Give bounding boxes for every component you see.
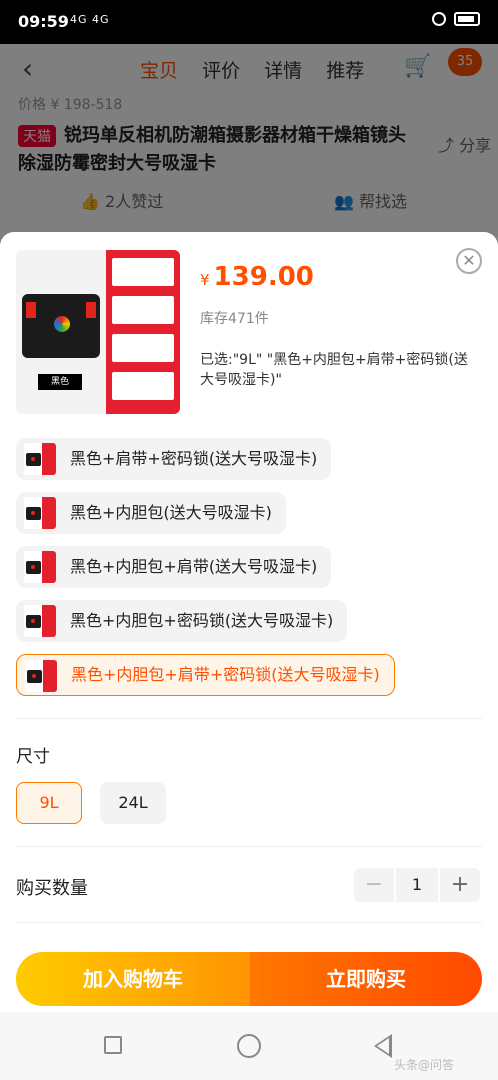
option-thumbnail [24,605,56,637]
lock-icon [432,12,446,26]
option-item[interactable]: 黑色+内胆包(送大号吸湿卡) [16,492,286,534]
option-item[interactable]: 黑色+肩带+密码锁(送大号吸湿卡) [16,438,332,480]
quantity-input[interactable]: 1 [396,868,438,902]
thumb-color-label: 黑色 [38,374,82,390]
accessory-bag-image [112,296,174,324]
option-label: 黑色+内胆包+肩带+密码锁(送大号吸湿卡) [71,665,380,684]
option-label: 黑色+内胆包+密码锁(送大号吸湿卡) [70,611,334,630]
accessory-lock-image [112,334,174,362]
option-thumbnail [24,443,56,475]
option-thumbnail [24,497,56,529]
buy-now-button[interactable]: 立即购买 [250,952,482,1006]
size-option-9l[interactable]: 9L [16,782,82,824]
signal-icon: 4G 4G [70,13,110,26]
size-option-24l[interactable]: 24L [100,782,166,824]
option-label: 黑色+内胆包+肩带(送大号吸湿卡) [70,557,318,576]
price: ¥139.00 [200,262,314,292]
add-to-cart-button[interactable]: 加入购物车 [16,952,250,1006]
status-icons [432,11,480,27]
product-thumbnail[interactable]: 黑色 [16,250,180,414]
latch-right [86,302,96,318]
option-thumbnail [25,660,57,692]
divider [16,718,482,719]
close-icon[interactable]: ✕ [456,248,482,274]
accessory-panel [106,250,180,414]
option-item[interactable]: 黑色+内胆包+密码锁(送大号吸湿卡) [16,600,348,642]
quantity-minus-button[interactable]: − [354,868,394,902]
home-icon[interactable] [237,1034,261,1058]
battery-icon [454,12,480,26]
divider [16,922,482,923]
latch-left [26,302,36,318]
system-nav-bar: 头条@问答 [0,1012,498,1080]
selected-summary: 已选:"9L" "黑色+内胆包+肩带+密码锁(送大号吸湿卡)" [200,352,468,388]
size-title: 尺寸 [16,747,50,767]
price-currency: ¥ [200,271,210,289]
dry-box-image [22,294,100,358]
recents-icon[interactable] [104,1036,122,1054]
option-label: 黑色+肩带+密码锁(送大号吸湿卡) [70,449,318,468]
watermark-text: 头条@问答 [394,1058,455,1072]
accessory-card-image [112,258,174,286]
option-item[interactable]: 黑色+内胆包+肩带(送大号吸湿卡) [16,546,332,588]
divider [16,846,482,847]
quantity-plus-button[interactable]: + [440,868,480,902]
status-time: 09:59 [18,12,69,31]
price-value: 139.00 [213,262,314,292]
accessory-strap-image [112,372,174,400]
dim-overlay[interactable] [0,44,498,240]
option-item-selected[interactable]: 黑色+内胆包+肩带+密码锁(送大号吸湿卡) [16,654,395,696]
status-bar: 09:59 4G 4G [0,0,498,44]
option-label: 黑色+内胆包(送大号吸湿卡) [70,503,272,522]
sku-selection-sheet: 黑色 ¥139.00 库存471件 已选:"9L" "黑色+内胆包+肩带+密码锁… [0,232,498,1012]
back-triangle-inner [377,1038,389,1054]
hygrometer-dial [54,316,70,332]
stock-count: 库存471件 [200,311,269,327]
quantity-title: 购买数量 [16,878,88,899]
option-thumbnail [24,551,56,583]
